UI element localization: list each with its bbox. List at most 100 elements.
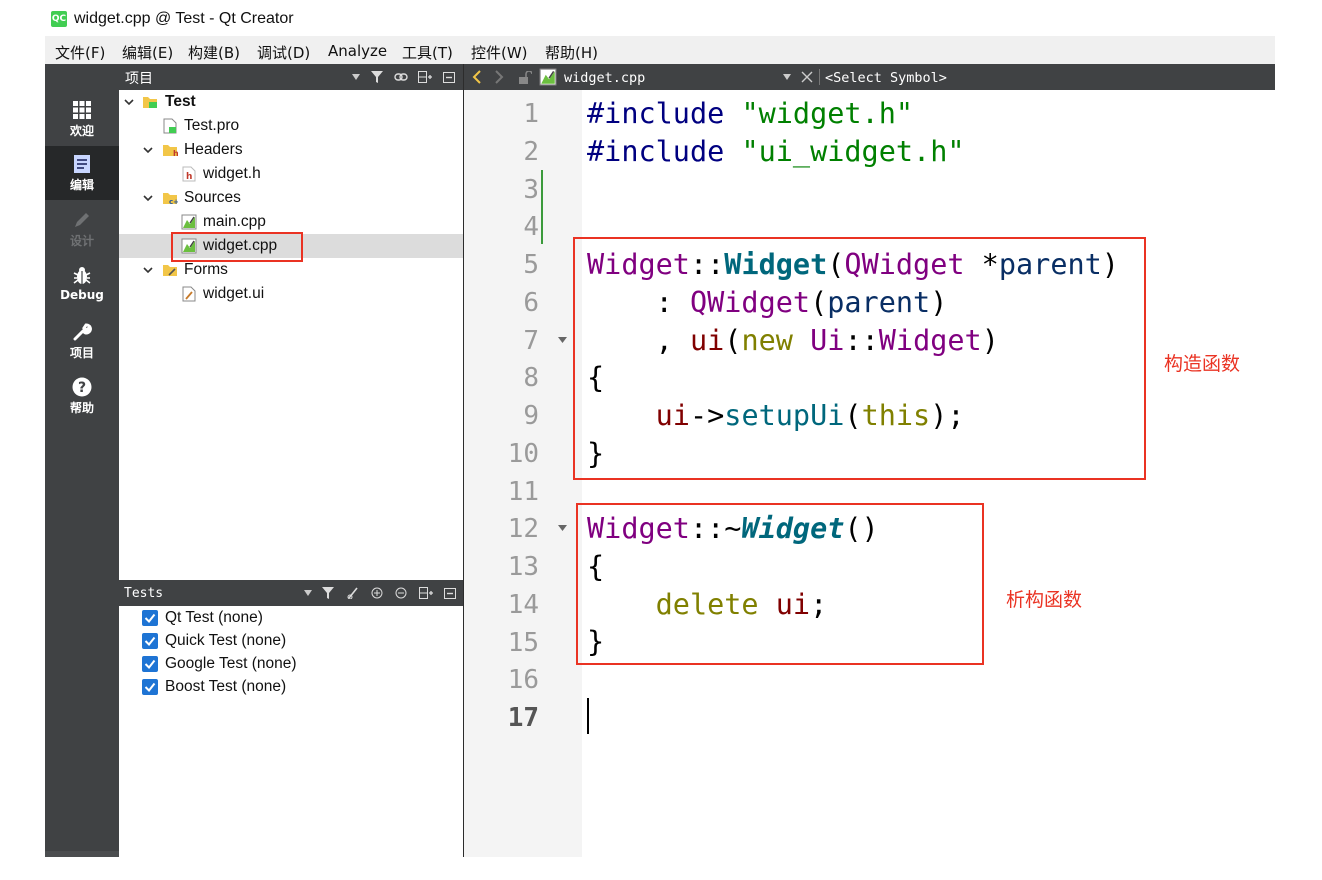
checkbox-google-test[interactable] — [142, 656, 158, 672]
line-number-current: 17 — [507, 703, 539, 733]
checkbox-boost-test[interactable] — [142, 679, 158, 695]
line-number: 1 — [523, 99, 539, 129]
tree-item-widget-h[interactable]: h widget.h — [119, 162, 463, 186]
code-line-1[interactable]: #include "widget.h" — [587, 95, 913, 133]
tree-item-label: Sources — [184, 189, 241, 206]
svg-text:h: h — [186, 172, 192, 182]
menu-bar: 文件(F) 编辑(E) 构建(B) 调试(D) Analyze 工具(T) 控件… — [45, 36, 1275, 64]
close-icon[interactable] — [801, 71, 813, 83]
line-number: 8 — [523, 363, 539, 393]
chevron-down-icon[interactable] — [352, 74, 360, 80]
window-title: widget.cpp @ Test - Qt Creator — [74, 10, 294, 27]
test-label: Quick Test (none) — [165, 632, 287, 649]
menu-analyze[interactable]: Analyze — [328, 42, 387, 60]
line-number: 10 — [507, 439, 539, 469]
help-icon: ? — [72, 377, 92, 397]
header-file-icon: h — [182, 166, 196, 182]
mode-label: 编辑 — [69, 178, 94, 192]
constructor-highlight — [573, 237, 1146, 480]
sources-folder-icon: c+ — [163, 193, 178, 206]
tests-panel-header: Tests — [119, 580, 463, 606]
link-icon[interactable] — [394, 72, 408, 82]
mode-debug[interactable]: Debug — [45, 258, 119, 312]
line-number: 3 — [523, 175, 539, 205]
close-panel-icon[interactable] — [443, 72, 455, 83]
tests-list: Qt Test (none) Quick Test (none) Google … — [119, 606, 463, 857]
tree-item-label: Test — [165, 93, 196, 110]
split-icon[interactable] — [419, 587, 433, 599]
menu-help[interactable]: 帮助(H) — [545, 42, 598, 63]
mode-bar-bottom — [45, 851, 119, 857]
line-number: 11 — [507, 477, 539, 507]
mode-welcome[interactable]: 欢迎 — [45, 92, 119, 146]
forward-icon[interactable] — [494, 70, 504, 84]
code-token: #include — [587, 135, 725, 168]
mode-help[interactable]: ? 帮助 — [45, 369, 119, 423]
chevron-down-icon[interactable] — [304, 590, 312, 596]
svg-text:c+: c+ — [169, 198, 178, 206]
close-panel-icon[interactable] — [444, 588, 456, 599]
destructor-note: 析构函数 — [1006, 589, 1083, 611]
tests-panel-title: Tests — [124, 586, 164, 601]
toolbar-separator — [819, 69, 820, 85]
tree-item-test[interactable]: Test — [119, 90, 463, 114]
constructor-note: 构造函数 — [1164, 353, 1241, 375]
tree-item-headers[interactable]: h Headers — [119, 138, 463, 162]
menu-debug[interactable]: 调试(D) — [257, 42, 310, 63]
menu-file[interactable]: 文件(F) — [55, 42, 105, 63]
menu-build[interactable]: 构建(B) — [188, 42, 240, 63]
menu-widgets[interactable]: 控件(W) — [471, 42, 528, 63]
tree-item-label: widget.ui — [203, 285, 265, 302]
tree-item-label: widget.h — [203, 165, 261, 182]
mode-design[interactable]: 设计 — [45, 202, 119, 256]
symbol-selector[interactable]: <Select Symbol> — [825, 70, 947, 86]
editor-filename[interactable]: widget.cpp — [564, 70, 645, 86]
menu-edit[interactable]: 编辑(E) — [122, 42, 173, 63]
project-folder-icon — [143, 97, 157, 108]
chevron-down-icon[interactable] — [124, 97, 134, 107]
bug-icon — [73, 267, 91, 284]
svg-text:h: h — [173, 149, 178, 158]
tree-item-sources[interactable]: c+ Sources — [119, 186, 463, 210]
mode-label: 设计 — [69, 234, 94, 248]
line-number: 5 — [523, 250, 539, 280]
line-number-gutter: 1 2 3 4 5 6 7 8 9 10 11 12 13 14 15 16 1… — [464, 90, 582, 857]
cpp-file-icon — [181, 214, 197, 230]
menu-tools[interactable]: 工具(T) — [402, 42, 453, 63]
filter-icon[interactable] — [322, 587, 336, 600]
chevron-down-icon[interactable] — [143, 265, 153, 275]
tree-item-label: Headers — [184, 141, 243, 158]
headers-folder-icon: h — [163, 145, 178, 158]
fold-arrow-icon[interactable] — [558, 525, 567, 531]
forms-folder-icon — [163, 265, 177, 276]
highlight-widget-cpp — [171, 232, 303, 262]
expand-all-icon[interactable] — [371, 587, 383, 599]
code-line-2[interactable]: #include "ui_widget.h" — [587, 133, 965, 171]
mode-bar: 欢迎 编辑 设计 Debug 项目 ? 帮助 — [45, 64, 119, 857]
collapse-all-icon[interactable] — [395, 587, 407, 599]
tree-item-label: Forms — [184, 261, 228, 278]
tree-item-test-pro[interactable]: Test.pro — [119, 114, 463, 138]
chevron-down-icon[interactable] — [143, 193, 153, 203]
tree-item-main-cpp[interactable]: main.cpp — [119, 210, 463, 234]
back-icon[interactable] — [472, 70, 482, 84]
run-icon[interactable] — [347, 587, 359, 599]
chevron-down-icon[interactable] — [783, 74, 791, 80]
fold-arrow-icon[interactable] — [558, 337, 567, 343]
filter-icon[interactable] — [371, 71, 385, 84]
line-number: 9 — [523, 401, 539, 431]
line-number: 14 — [507, 590, 539, 620]
chevron-down-icon[interactable] — [143, 145, 153, 155]
pro-file-icon — [163, 118, 177, 134]
line-number: 4 — [523, 212, 539, 242]
mode-edit[interactable]: 编辑 — [45, 146, 119, 200]
split-icon[interactable] — [418, 71, 432, 83]
mode-projects[interactable]: 项目 — [45, 314, 119, 368]
editor-toolbar: widget.cpp <Select Symbol> — [464, 64, 1275, 90]
svg-text:?: ? — [78, 380, 86, 396]
tree-item-widget-ui[interactable]: widget.ui — [119, 282, 463, 306]
checkbox-quick-test[interactable] — [142, 633, 158, 649]
tree-item-label: main.cpp — [203, 213, 266, 230]
checkbox-qt-test[interactable] — [142, 610, 158, 626]
tree-item-label: Test.pro — [184, 117, 240, 134]
